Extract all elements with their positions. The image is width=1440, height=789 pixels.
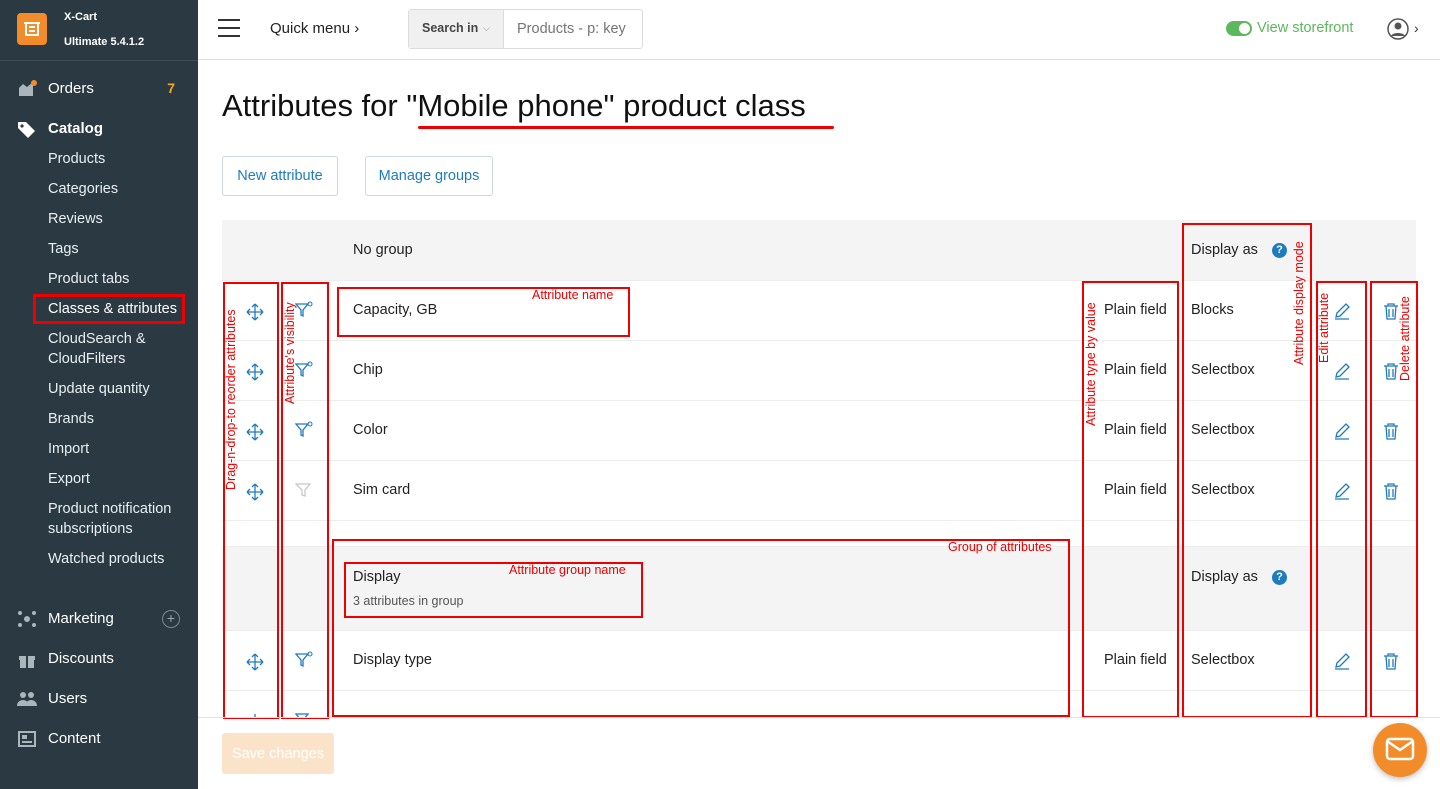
group-name: No group <box>353 242 413 258</box>
annotation-attribute-name-label: Attribute name <box>532 288 614 302</box>
hamburger-menu-icon[interactable] <box>218 19 240 37</box>
new-attribute-button[interactable]: New attribute <box>222 156 338 196</box>
annotation-display-label: Attribute display mode <box>1292 241 1306 365</box>
sidebar-sub-products[interactable]: Products <box>48 149 105 169</box>
xcart-logo-icon <box>17 13 47 45</box>
sidebar-item-catalog[interactable]: Catalog <box>0 114 198 144</box>
sidebar-sub-categories[interactable]: Categories <box>48 179 118 199</box>
chat-icon <box>1385 737 1415 761</box>
chat-widget-button[interactable] <box>1373 723 1427 777</box>
annotation-group-name-label: Attribute group name <box>509 563 626 577</box>
sidebar-item-label: Discounts <box>48 650 114 667</box>
annotation-drag-label: Drag-n-drop-to reorder attributes <box>224 309 238 490</box>
sidebar-item-label: Users <box>48 690 88 707</box>
tags-icon <box>18 122 35 138</box>
search-input[interactable] <box>505 10 641 48</box>
annotation-active-menu-box <box>33 294 185 324</box>
sidebar-sub-tags[interactable]: Tags <box>48 239 79 259</box>
quick-menu-label: Quick menu <box>270 20 351 37</box>
user-avatar-icon[interactable] <box>1387 18 1409 40</box>
attribute-name[interactable]: Color <box>353 422 388 438</box>
footer-divider <box>198 717 1440 718</box>
view-storefront-link[interactable]: View storefront <box>1257 20 1353 36</box>
annotation-title-underline <box>418 126 834 129</box>
annotation-group-label: Group of attributes <box>948 540 1052 554</box>
brand[interactable]: X-Cart Ultimate 5.4.1.2 <box>0 0 198 60</box>
expand-plus-icon[interactable]: + <box>162 610 180 628</box>
sidebar-sub-watched-products[interactable]: Watched products <box>48 549 164 569</box>
sidebar-sub-reviews[interactable]: Reviews <box>48 209 103 229</box>
top-header: Quick menu › Search in⌵ View storefront … <box>198 0 1440 60</box>
sidebar-item-label: Content <box>48 730 101 747</box>
orders-count-badge: 7 <box>167 80 175 96</box>
chevron-down-icon: ⌵ <box>483 23 490 33</box>
sidebar-item-orders[interactable]: Orders 7 <box>0 74 198 104</box>
chevron-right-icon[interactable]: › <box>1414 20 1419 36</box>
quick-menu-button[interactable]: Quick menu › <box>270 20 359 37</box>
annotation-delete-label: Delete attribute <box>1398 296 1412 381</box>
sidebar-sub-export[interactable]: Export <box>48 469 90 489</box>
sidebar-item-content[interactable]: Content <box>0 724 198 754</box>
search-box: Search in ⌵ <box>408 9 643 49</box>
sidebar-sub-cloudsearch[interactable]: CloudSearch & <box>48 329 146 349</box>
storefront-toggle[interactable] <box>1226 21 1252 36</box>
sidebar-item-marketing[interactable]: Marketing + <box>0 604 198 634</box>
sidebar-divider <box>0 60 198 61</box>
sidebar-sub-update-quantity[interactable]: Update quantity <box>48 379 150 399</box>
annotation-type-label: Attribute type by value <box>1084 302 1098 426</box>
page-title: Attributes for "Mobile phone" product cl… <box>222 88 806 123</box>
sidebar-sub-product-tabs[interactable]: Product tabs <box>48 269 129 289</box>
gift-icon <box>19 656 35 668</box>
marketing-icon <box>18 611 36 627</box>
save-changes-button[interactable]: Save changes <box>222 733 334 774</box>
sidebar: X-Cart Ultimate 5.4.1.2 Orders 7 Catalog… <box>0 0 198 789</box>
attribute-name[interactable]: Sim card <box>353 482 410 498</box>
sidebar-sub-brands[interactable]: Brands <box>48 409 94 429</box>
sidebar-sub-product-notification[interactable]: Product notification <box>48 499 171 519</box>
sidebar-item-label: Orders <box>48 80 94 97</box>
search-in-label: Search in <box>422 21 479 35</box>
sidebar-sub-subscriptions[interactable]: subscriptions <box>48 519 133 539</box>
attribute-name[interactable]: Chip <box>353 362 383 378</box>
sidebar-sub-cloudfilters[interactable]: CloudFilters <box>48 349 125 369</box>
manage-groups-button[interactable]: Manage groups <box>365 156 493 196</box>
orders-icon <box>19 80 37 96</box>
content-icon <box>18 731 36 747</box>
search-in-dropdown[interactable]: Search in ⌵ <box>409 10 504 48</box>
sidebar-item-users[interactable]: Users <box>0 684 198 714</box>
annotation-visibility-label: Attribute's visibility <box>283 302 297 404</box>
brand-version: Ultimate 5.4.1.2 <box>64 36 145 48</box>
sidebar-item-discounts[interactable]: Discounts <box>0 644 198 674</box>
users-icon <box>17 692 37 706</box>
annotation-edit-label: Edit attribute <box>1317 292 1331 363</box>
sidebar-sub-import[interactable]: Import <box>48 439 89 459</box>
sidebar-item-label: Catalog <box>48 120 104 137</box>
sidebar-item-label: Marketing <box>48 610 114 627</box>
brand-name: X-Cart <box>64 11 98 23</box>
